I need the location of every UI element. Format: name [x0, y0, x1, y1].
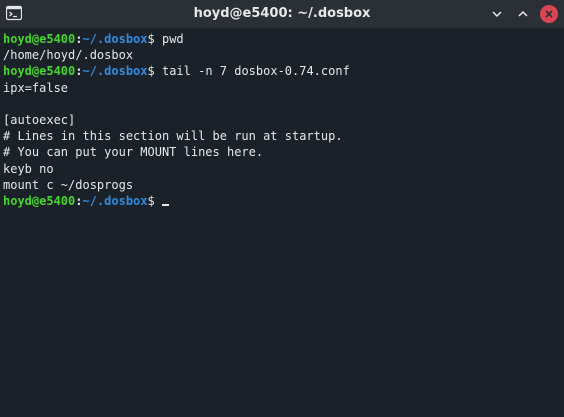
prompt-path: ~/.dosbox: [82, 193, 148, 208]
output-text: keyb no: [3, 161, 54, 176]
maximize-button[interactable]: [514, 5, 532, 23]
output-line: # Lines in this section will be run at s…: [3, 128, 564, 144]
prompt-user-host: hoyd@e5400: [3, 32, 76, 46]
title-bar[interactable]: hoyd@e5400: ~/.dosbox: [0, 0, 564, 29]
prompt-line: hoyd@e5400:~/.dosbox$: [3, 193, 564, 209]
chevron-down-icon: [492, 11, 502, 18]
prompt-path: ~/.dosbox: [82, 64, 148, 79]
output-line: keyb no: [3, 161, 564, 177]
prompt-symbol: $: [147, 32, 162, 46]
output-line: mount c ~/dosprogs: [3, 177, 564, 193]
output-line: ipx=false: [3, 80, 564, 96]
minimize-button[interactable]: [488, 5, 506, 23]
prompt-line: hoyd@e5400:~/.dosbox$ pwd: [3, 31, 564, 47]
terminal-output[interactable]: hoyd@e5400:~/.dosbox$ pwd/home/hoyd/.dos…: [3, 31, 564, 417]
output-text: # You can put your MOUNT lines here.: [3, 145, 264, 160]
close-icon: [545, 10, 553, 18]
text-cursor: [161, 203, 169, 206]
command-text: tail -n 7 dosbox-0.74.conf: [161, 64, 350, 79]
output-line: /home/hoyd/.dosbox: [3, 47, 564, 63]
chevron-up-icon: [518, 10, 528, 17]
prompt-user-host: hoyd@e5400: [3, 193, 76, 208]
terminal-window: hoyd@e5400: ~/.dosbox hoyd@e5400:~/.dosb…: [0, 0, 564, 417]
output-line: # You can put your MOUNT lines here.: [3, 144, 564, 160]
prompt-symbol: $: [147, 193, 162, 208]
prompt-symbol: $: [147, 64, 162, 79]
output-text: [autoexec]: [3, 112, 76, 127]
output-line: [autoexec]: [3, 112, 564, 128]
window-controls: [488, 5, 558, 23]
window-title: hoyd@e5400: ~/.dosbox: [193, 6, 371, 21]
prompt-user-host: hoyd@e5400: [3, 64, 76, 79]
prompt-line: hoyd@e5400:~/.dosbox$ tail -n 7 dosbox-0…: [3, 63, 564, 79]
output-text: mount c ~/dosprogs: [3, 177, 134, 192]
output-text: ipx=false: [3, 80, 69, 95]
prompt-path: ~/.dosbox: [82, 32, 148, 46]
close-button[interactable]: [540, 5, 558, 23]
command-text: pwd: [161, 32, 184, 46]
output-text: # Lines in this section will be run at s…: [3, 129, 343, 144]
output-text: /home/hoyd/.dosbox: [3, 48, 134, 63]
